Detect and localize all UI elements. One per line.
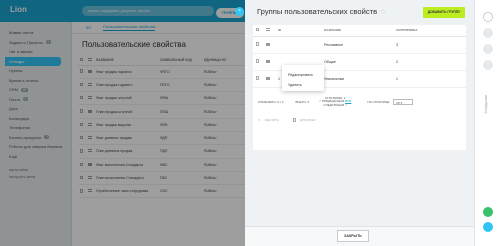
slider-panel: Группы пользовательских свойств ☆ ДОБАВИТ… [245, 0, 474, 246]
notifications-icon[interactable] [483, 12, 493, 22]
star-icon[interactable]: ☆ [380, 9, 386, 16]
cell-id [275, 36, 321, 54]
cell-name: Рекламные [321, 36, 393, 54]
delete-menu-item[interactable]: Удалить [282, 80, 324, 90]
employees-vertical-label[interactable]: Сотрудники [484, 95, 488, 113]
settings-menu-icon[interactable] [266, 28, 270, 32]
selected-count: ОТМЕЧЕНО: 0 / 3 [258, 100, 284, 104]
user-avatar-icon[interactable] [483, 28, 493, 38]
column-header[interactable]: НАЗВАНИЕ [321, 25, 393, 37]
row-checkbox[interactable] [256, 59, 260, 63]
delete-icon[interactable]: ✕ [258, 118, 261, 122]
row-menu-icon[interactable] [266, 59, 270, 63]
phone-icon[interactable] [483, 222, 493, 232]
modal-backdrop[interactable] [0, 0, 245, 246]
cell-sort: 2 [393, 53, 466, 71]
row-context-menu: Редактировать Удалить [282, 65, 324, 91]
add-group-button[interactable]: ДОБАВИТЬ ГРУППУ [423, 7, 465, 18]
pages-block: СТРАНИЦЫ: 1 < ПРЕДЫДУЩАЯ ВСЕ СЛЕДУЮЩАЯ > [319, 96, 351, 108]
chat-icon[interactable] [483, 207, 493, 217]
total-count: ВСЕГО: 3 [295, 100, 310, 104]
column-header [263, 25, 275, 37]
clock-icon[interactable] [483, 60, 493, 70]
groups-grid-card: ID НАЗВАНИЕ СОРТИРОВКА Рекламные 3 Общие… [253, 25, 466, 150]
delete-action[interactable]: УДАЛИТЬ [265, 118, 279, 122]
panel-footer: ЗАКРЫТЬ [245, 226, 474, 246]
per-page-select[interactable]: 20 ▾ [393, 99, 414, 105]
row-checkbox[interactable] [256, 76, 260, 80]
for-all-checkbox[interactable] [292, 118, 297, 122]
close-button[interactable]: ЗАКРЫТЬ [337, 230, 369, 242]
pagination-bar: ОТМЕЧЕНО: 0 / 3 ВСЕГО: 3 СТРАНИЦЫ: 1 < П… [253, 95, 466, 109]
chevron-down-icon: ▾ [400, 101, 403, 105]
edit-menu-item[interactable]: Редактировать [282, 70, 324, 80]
next-page-link[interactable]: СЛЕДУЮЩАЯ > [324, 103, 347, 108]
row-menu-icon[interactable] [266, 76, 270, 80]
row-checkbox[interactable] [256, 42, 260, 46]
select-all-checkbox[interactable] [256, 28, 260, 32]
panel-title-text: Группы пользовательских свойств [257, 7, 378, 16]
close-panel-icon[interactable]: × [235, 7, 244, 16]
table-header-row: ID НАЗВАНИЕ СОРТИРОВКА [253, 25, 466, 37]
group-actions: ✕ УДАЛИТЬ ДЛЯ ВСЕХ [258, 118, 316, 122]
panel-title: Группы пользовательских свойств ☆ [257, 7, 386, 16]
per-page-label: НА СТРАНИЦЕ: [367, 100, 391, 104]
cell-sort: 1 [393, 70, 466, 88]
table-row[interactable]: Рекламные 3 [253, 36, 466, 54]
column-header[interactable]: ID [275, 25, 321, 37]
right-rail: Сотрудники [474, 0, 500, 246]
search-icon[interactable] [483, 44, 493, 54]
cell-sort: 3 [393, 36, 466, 54]
for-all-label: ДЛЯ ВСЕХ [300, 118, 316, 122]
cell-name: Уникальные [321, 70, 393, 88]
column-header [253, 25, 263, 37]
column-header[interactable]: СОРТИРОВКА [393, 25, 466, 37]
cell-name: Общие [321, 53, 393, 71]
row-menu-icon[interactable] [266, 42, 270, 46]
